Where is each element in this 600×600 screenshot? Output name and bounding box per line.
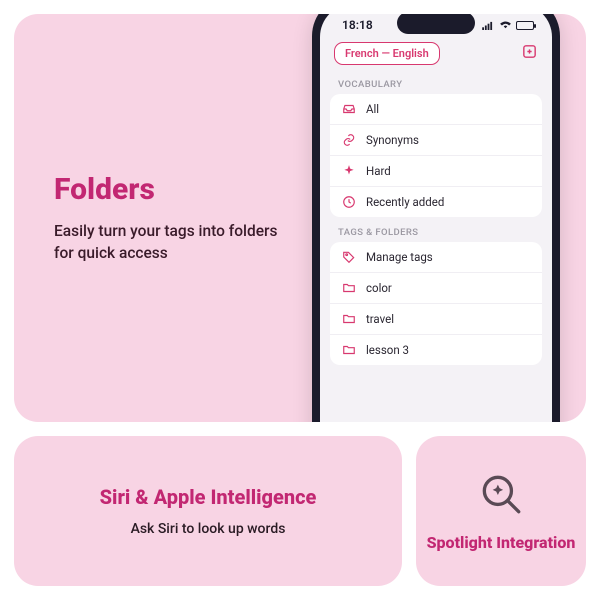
- list-item[interactable]: Hard: [330, 156, 542, 187]
- spotlight-feature-card: Spotlight Integration: [416, 436, 586, 586]
- folders-subtitle: Easily turn your tags into folders for q…: [54, 221, 284, 264]
- list-item[interactable]: All: [330, 94, 542, 125]
- siri-title: Siri & Apple Intelligence: [100, 485, 317, 509]
- list-item-label: Recently added: [366, 195, 444, 209]
- list-item-label: Hard: [366, 164, 391, 178]
- link-icon: [342, 133, 356, 147]
- folder-icon: [342, 312, 356, 326]
- language-pair-selector[interactable]: French — English: [334, 42, 440, 65]
- spotlight-title: Spotlight Integration: [427, 533, 576, 553]
- folders-title: Folders: [54, 172, 284, 207]
- magnifier-sparkle-icon: [476, 469, 526, 523]
- status-time: 18:18: [342, 18, 373, 32]
- list-item[interactable]: travel: [330, 304, 542, 335]
- list-item[interactable]: Synonyms: [330, 125, 542, 156]
- phone-mockup: 18:18 French — English VOCABULARY All: [312, 14, 560, 422]
- vocabulary-list: All Synonyms Hard Recently added: [330, 94, 542, 217]
- phone-screen: 18:18 French — English VOCABULARY All: [320, 14, 552, 422]
- language-pair-row: French — English: [320, 36, 552, 69]
- wifi-icon: [499, 21, 512, 30]
- list-item[interactable]: lesson 3: [330, 335, 542, 365]
- add-button[interactable]: [521, 43, 538, 64]
- vocabulary-section-label: VOCABULARY: [320, 69, 552, 94]
- clock-icon: [342, 195, 356, 209]
- siri-subtitle: Ask Siri to look up words: [131, 521, 286, 537]
- signal-icon: [482, 21, 495, 30]
- folders-text-block: Folders Easily turn your tags into folde…: [54, 172, 284, 264]
- list-item-label: All: [366, 102, 379, 116]
- tags-section-label: TAGS & FOLDERS: [320, 217, 552, 242]
- bottom-row: Siri & Apple Intelligence Ask Siri to lo…: [14, 436, 586, 586]
- list-item[interactable]: Recently added: [330, 187, 542, 217]
- list-item[interactable]: Manage tags: [330, 242, 542, 273]
- list-item-label: Synonyms: [366, 133, 419, 147]
- siri-feature-card: Siri & Apple Intelligence Ask Siri to lo…: [14, 436, 402, 586]
- folder-icon: [342, 281, 356, 295]
- list-item-label: lesson 3: [366, 343, 409, 357]
- list-item-label: color: [366, 281, 392, 295]
- folders-feature-card: Folders Easily turn your tags into folde…: [14, 14, 586, 422]
- list-item-label: Manage tags: [366, 250, 433, 264]
- list-item-label: travel: [366, 312, 394, 326]
- inbox-icon: [342, 102, 356, 116]
- phone-notch: [397, 14, 475, 34]
- status-icons: [482, 21, 534, 30]
- tags-list: Manage tags color travel lesson 3: [330, 242, 542, 365]
- tag-icon: [342, 250, 356, 264]
- folder-icon: [342, 343, 356, 357]
- sparkle-icon: [342, 164, 356, 178]
- list-item[interactable]: color: [330, 273, 542, 304]
- battery-icon: [516, 21, 534, 30]
